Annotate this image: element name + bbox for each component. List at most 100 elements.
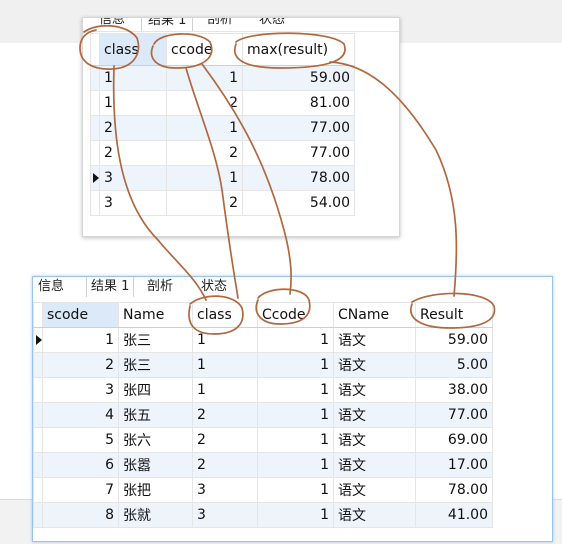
table-row[interactable]: 3 2 54.00: [90, 190, 355, 216]
tab-result-1[interactable]: 结果 1: [141, 18, 194, 31]
table-cell[interactable]: 1: [192, 327, 258, 353]
tab-profile[interactable]: 剖析: [143, 277, 177, 297]
table-cell[interactable]: 语文: [333, 477, 416, 503]
column-header-ccode[interactable]: Ccode: [257, 302, 334, 328]
table-cell[interactable]: 1: [257, 427, 334, 453]
table-cell[interactable]: 张五: [118, 402, 193, 428]
table-cell[interactable]: 5: [42, 427, 119, 453]
table-cell[interactable]: 2: [192, 427, 258, 453]
tab-info[interactable]: 信息: [34, 277, 68, 297]
table-cell[interactable]: 54.00: [242, 190, 355, 216]
row-indicator[interactable]: [90, 115, 100, 141]
table-cell[interactable]: 1: [42, 327, 119, 353]
table-cell[interactable]: 1: [99, 65, 167, 91]
table-cell[interactable]: 41.00: [415, 502, 493, 528]
table-cell[interactable]: 语文: [333, 377, 416, 403]
table-cell[interactable]: 张把: [118, 477, 193, 503]
table-cell[interactable]: 语文: [333, 352, 416, 378]
table-row[interactable]: 1 张三 1 1 语文 59.00: [33, 327, 493, 353]
table-row[interactable]: 2 张三 1 1 语文 5.00: [33, 352, 493, 378]
table-cell[interactable]: 77.00: [242, 140, 355, 166]
row-indicator[interactable]: [33, 402, 43, 428]
table-cell[interactable]: 3: [42, 377, 119, 403]
table-cell[interactable]: 1: [192, 352, 258, 378]
table-cell[interactable]: 1: [257, 327, 334, 353]
table-cell[interactable]: 1: [257, 352, 334, 378]
table-cell[interactable]: 1: [166, 165, 243, 191]
table-row[interactable]: 3 张四 1 1 语文 38.00: [33, 377, 493, 403]
table-cell[interactable]: 张三: [118, 352, 193, 378]
column-header-max-result[interactable]: max(result): [242, 33, 355, 66]
tab-result-1[interactable]: 结果 1: [86, 277, 135, 297]
table-cell[interactable]: 59.00: [242, 65, 355, 91]
column-header-result[interactable]: Result: [415, 302, 493, 328]
row-indicator[interactable]: [90, 140, 100, 166]
tab-info[interactable]: 信息: [93, 18, 131, 30]
table-cell[interactable]: 3: [192, 502, 258, 528]
table-cell[interactable]: 语文: [333, 427, 416, 453]
table-row[interactable]: 5 张六 2 1 语文 69.00: [33, 427, 493, 453]
table-cell[interactable]: 2: [192, 452, 258, 478]
table-cell[interactable]: 1: [166, 65, 243, 91]
table-row[interactable]: 1 2 81.00: [90, 90, 355, 116]
table-cell[interactable]: 张三: [118, 327, 193, 353]
table-cell[interactable]: 张四: [118, 377, 193, 403]
table-cell[interactable]: 5.00: [415, 352, 493, 378]
table-row[interactable]: 2 2 77.00: [90, 140, 355, 166]
row-indicator[interactable]: [33, 477, 43, 503]
table-cell[interactable]: 1: [257, 402, 334, 428]
table-cell[interactable]: 2: [166, 90, 243, 116]
table-cell[interactable]: 6: [42, 452, 119, 478]
row-indicator[interactable]: [33, 427, 43, 453]
tab-profile[interactable]: 剖析: [201, 18, 239, 30]
table-row[interactable]: 8 张就 3 1 语文 41.00: [33, 502, 493, 528]
table-cell[interactable]: 2: [99, 115, 167, 141]
column-header-scode[interactable]: scode: [42, 302, 119, 328]
table-row[interactable]: 3 1 78.00: [90, 165, 355, 191]
table-cell[interactable]: 语文: [333, 402, 416, 428]
tab-status[interactable]: 状态: [197, 277, 231, 297]
table-cell[interactable]: 17.00: [415, 452, 493, 478]
table-cell[interactable]: 77.00: [415, 402, 493, 428]
table-cell[interactable]: 2: [166, 140, 243, 166]
table-cell[interactable]: 语文: [333, 452, 416, 478]
table-cell[interactable]: 78.00: [415, 477, 493, 503]
table-cell[interactable]: 8: [42, 502, 119, 528]
table-cell[interactable]: 1: [192, 377, 258, 403]
column-header-cname[interactable]: CName: [333, 302, 416, 328]
row-indicator[interactable]: [33, 452, 43, 478]
table-cell[interactable]: 2: [192, 402, 258, 428]
row-indicator[interactable]: [90, 90, 100, 116]
table-cell[interactable]: 2: [99, 140, 167, 166]
table-cell[interactable]: 7: [42, 477, 119, 503]
table-row[interactable]: 6 张嚣 2 1 语文 17.00: [33, 452, 493, 478]
table-cell[interactable]: 1: [99, 90, 167, 116]
table-cell[interactable]: 语文: [333, 502, 416, 528]
column-header-class[interactable]: class: [99, 33, 167, 66]
table-cell[interactable]: 78.00: [242, 165, 355, 191]
tab-status[interactable]: 状态: [253, 18, 291, 30]
table-cell[interactable]: 1: [257, 477, 334, 503]
table-cell[interactable]: 3: [99, 190, 167, 216]
table-cell[interactable]: 3: [99, 165, 167, 191]
row-indicator[interactable]: [90, 165, 100, 191]
table-cell[interactable]: 语文: [333, 327, 416, 353]
table-cell[interactable]: 张嚣: [118, 452, 193, 478]
table-cell[interactable]: 38.00: [415, 377, 493, 403]
table-cell[interactable]: 张六: [118, 427, 193, 453]
row-indicator[interactable]: [90, 190, 100, 216]
table-row[interactable]: 4 张五 2 1 语文 77.00: [33, 402, 493, 428]
table-cell[interactable]: 1: [257, 502, 334, 528]
table-row[interactable]: 2 1 77.00: [90, 115, 355, 141]
row-indicator[interactable]: [33, 502, 43, 528]
table-cell[interactable]: 4: [42, 402, 119, 428]
row-indicator[interactable]: [90, 65, 100, 91]
row-indicator[interactable]: [33, 352, 43, 378]
table-cell[interactable]: 3: [192, 477, 258, 503]
table-cell[interactable]: 1: [257, 452, 334, 478]
row-indicator[interactable]: [33, 377, 43, 403]
column-header-name[interactable]: Name: [118, 302, 193, 328]
table-row[interactable]: 1 1 59.00: [90, 65, 355, 91]
table-cell[interactable]: 1: [166, 115, 243, 141]
table-cell[interactable]: 张就: [118, 502, 193, 528]
